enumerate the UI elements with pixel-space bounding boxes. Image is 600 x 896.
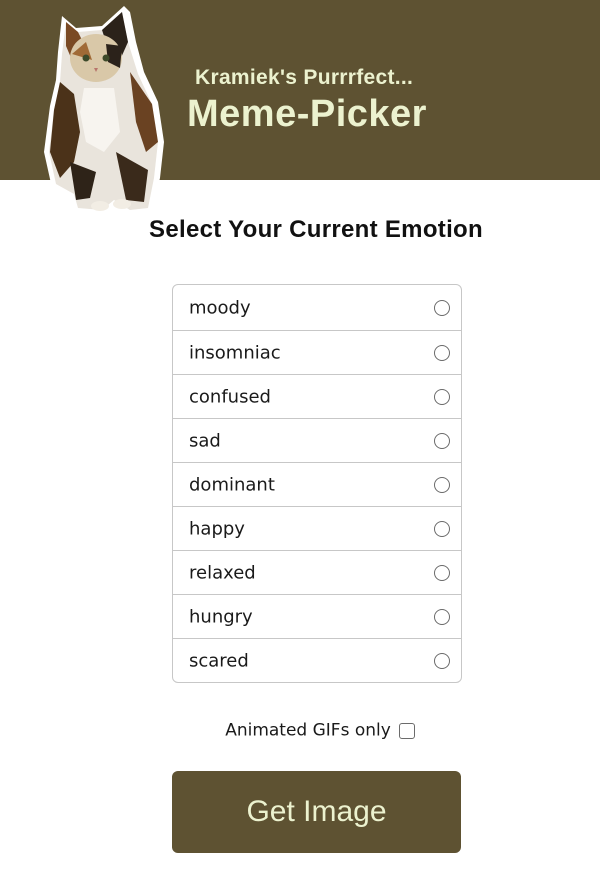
cat-logo xyxy=(44,6,164,216)
radio-button[interactable] xyxy=(434,520,450,537)
radio-button[interactable] xyxy=(434,388,450,405)
emotion-label: scared xyxy=(189,650,249,671)
emotion-option[interactable]: happy xyxy=(173,506,461,550)
emotion-option[interactable]: confused xyxy=(173,374,461,418)
emotion-option[interactable]: relaxed xyxy=(173,550,461,594)
emotion-label: sad xyxy=(189,430,221,451)
radio-button[interactable] xyxy=(434,432,450,449)
emotion-option[interactable]: moody xyxy=(173,285,461,330)
radio-button[interactable] xyxy=(434,299,450,316)
radio-button[interactable] xyxy=(434,476,450,493)
emotion-list: moody insomniac confused sad dominant ha… xyxy=(172,284,462,683)
emotion-label: moody xyxy=(189,297,251,318)
gif-option-row: Animated GIFs only xyxy=(0,720,600,741)
gif-option-label: Animated GIFs only xyxy=(225,720,391,741)
emotion-option[interactable]: insomniac xyxy=(173,330,461,374)
emotion-option[interactable]: scared xyxy=(173,638,461,682)
emotion-option[interactable]: dominant xyxy=(173,462,461,506)
get-image-button[interactable]: Get Image xyxy=(172,771,461,853)
emotion-label: relaxed xyxy=(189,562,256,583)
emotion-label: happy xyxy=(189,518,245,539)
radio-button[interactable] xyxy=(434,344,450,361)
page-heading: Select Your Current Emotion xyxy=(149,216,483,243)
app-title: Meme-Picker xyxy=(187,93,427,135)
emotion-option[interactable]: sad xyxy=(173,418,461,462)
gif-checkbox[interactable] xyxy=(398,722,415,739)
app-subtitle: Kramiek's Purrrfect... xyxy=(195,66,414,89)
emotion-label: confused xyxy=(189,386,271,407)
emotion-option[interactable]: hungry xyxy=(173,594,461,638)
emotion-label: insomniac xyxy=(189,342,281,363)
emotion-label: dominant xyxy=(189,474,275,495)
radio-button[interactable] xyxy=(434,608,450,625)
radio-button[interactable] xyxy=(434,652,450,669)
emotion-label: hungry xyxy=(189,606,253,627)
radio-button[interactable] xyxy=(434,564,450,581)
